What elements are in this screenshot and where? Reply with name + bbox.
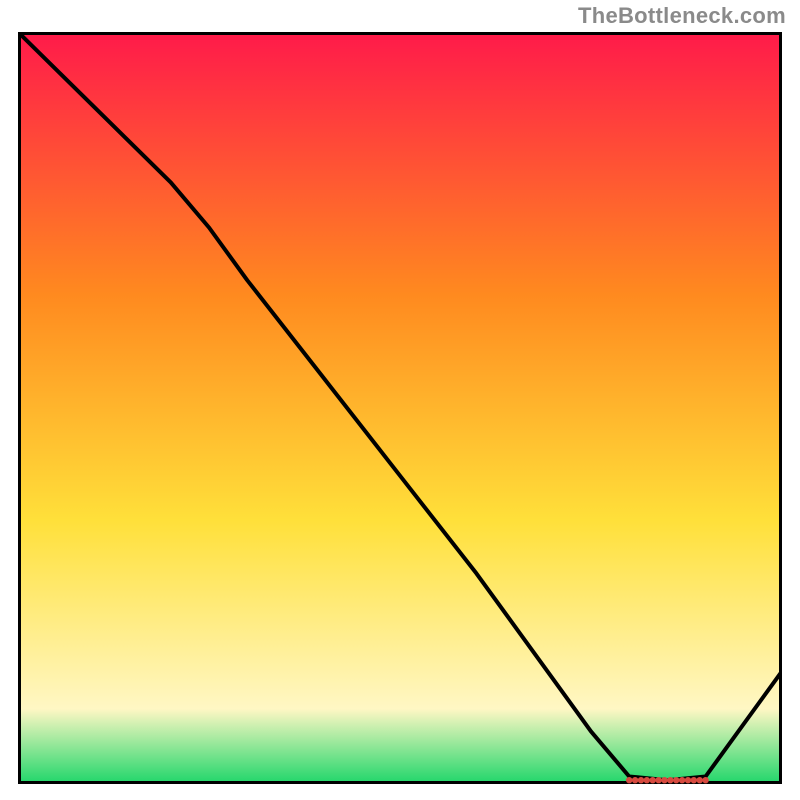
optimal-dot <box>650 777 656 783</box>
optimal-dot <box>667 777 673 783</box>
optimal-dot <box>638 777 644 783</box>
optimal-dot <box>632 777 638 783</box>
optimal-dot <box>644 777 650 783</box>
optimal-dot <box>685 777 691 783</box>
chart-frame: { "watermark": "TheBottleneck.com", "col… <box>0 0 800 800</box>
optimal-dot <box>673 777 679 783</box>
watermark-text: TheBottleneck.com <box>578 3 786 29</box>
optimal-dot <box>661 777 667 783</box>
optimal-dot <box>697 777 703 783</box>
chart-plot <box>18 32 782 784</box>
optimal-dot <box>626 777 632 783</box>
chart-svg <box>18 32 782 784</box>
optimal-dot <box>655 777 661 783</box>
optimal-dot <box>702 777 708 783</box>
optimal-dot <box>691 777 697 783</box>
optimal-dot <box>679 777 685 783</box>
